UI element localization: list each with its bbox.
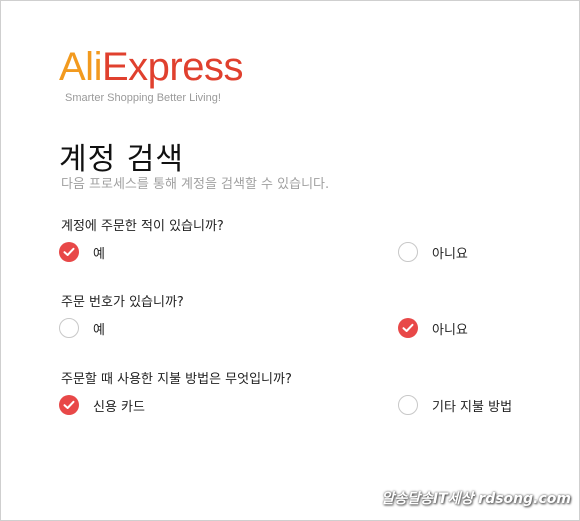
radio-option-order-number-yes[interactable]: 예 bbox=[59, 318, 105, 338]
radio-option-label: 기타 지불 방법 bbox=[432, 399, 513, 415]
radio-option-ordered-yes[interactable]: 예 bbox=[59, 242, 105, 262]
radio-circle[interactable] bbox=[398, 395, 418, 415]
page-title: 계정 검색 bbox=[59, 142, 184, 177]
question-has-order-number: 주문 번호가 있습니까? bbox=[61, 295, 184, 310]
logo-ali-text: Ali bbox=[59, 45, 102, 89]
radio-option-order-number-no[interactable]: 아니요 bbox=[398, 318, 468, 338]
radio-circle[interactable] bbox=[59, 318, 79, 338]
radio-option-label: 신용 카드 bbox=[93, 399, 145, 415]
radio-option-label: 아니요 bbox=[432, 246, 468, 262]
site-watermark: 알송달송IT세상 rdsong.com bbox=[381, 491, 571, 507]
radio-option-label: 예 bbox=[93, 322, 105, 338]
logo-express-text: Express bbox=[101, 45, 244, 89]
page-subtitle: 다음 프로세스를 통해 계정을 검색할 수 있습니다. bbox=[61, 177, 330, 192]
account-search-panel: AliExpress Smarter Shopping Better Livin… bbox=[0, 0, 580, 521]
radio-circle[interactable] bbox=[398, 318, 418, 338]
radio-option-label: 예 bbox=[93, 246, 105, 262]
checkmark-icon bbox=[63, 400, 75, 409]
question-payment-method: 주문할 때 사용한 지불 방법은 무엇입니까? bbox=[61, 372, 292, 387]
radio-circle[interactable] bbox=[398, 242, 418, 262]
checkmark-icon bbox=[63, 247, 75, 256]
aliexpress-logo: AliExpress bbox=[59, 47, 243, 87]
logo-tagline: Smarter Shopping Better Living! bbox=[65, 92, 221, 104]
radio-option-ordered-no[interactable]: 아니요 bbox=[398, 242, 468, 262]
checkmark-icon bbox=[402, 323, 414, 332]
radio-circle[interactable] bbox=[59, 242, 79, 262]
radio-option-label: 아니요 bbox=[432, 322, 468, 338]
radio-circle[interactable] bbox=[59, 395, 79, 415]
radio-option-credit-card[interactable]: 신용 카드 bbox=[59, 395, 145, 415]
radio-option-other-payment[interactable]: 기타 지불 방법 bbox=[398, 395, 512, 415]
question-ordered-before: 계정에 주문한 적이 있습니까? bbox=[61, 219, 224, 234]
